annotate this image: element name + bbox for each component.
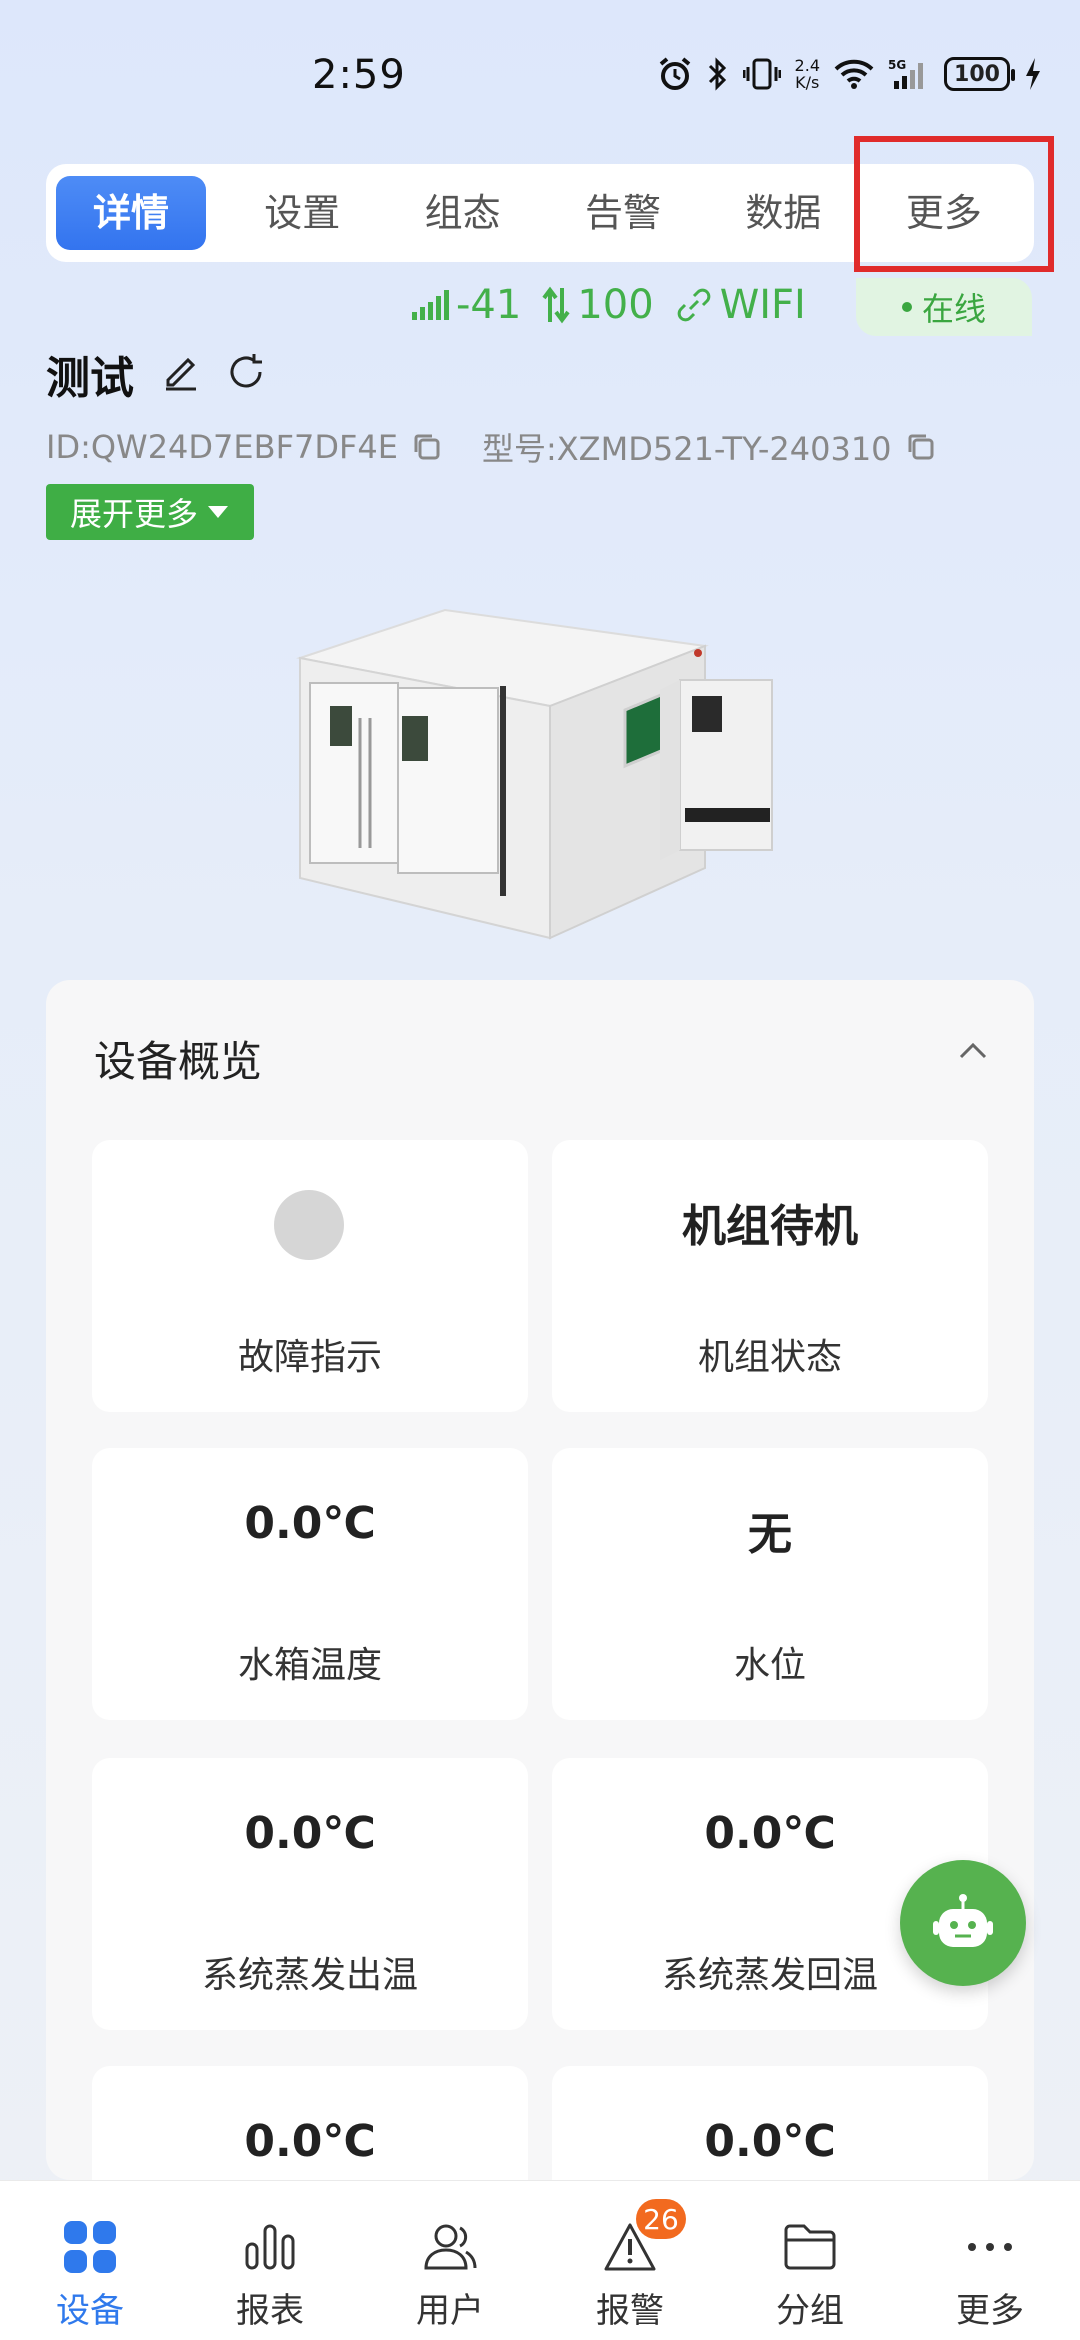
connection-info: -41 100 WIFI — [410, 282, 806, 328]
tile-evaporator-outlet-temp[interactable]: 0.0℃ 系统蒸发出温 — [92, 1758, 528, 2030]
signal-bars-icon — [412, 290, 449, 320]
overview-title: 设备概览 — [94, 1037, 263, 1086]
caret-down-icon — [208, 506, 228, 518]
status-time: 2:59 — [312, 52, 406, 98]
connection-type: WIFI — [674, 282, 806, 328]
copy-model-icon[interactable] — [904, 430, 938, 464]
highlight-box — [854, 136, 1054, 272]
more-dots-icon — [968, 2243, 1012, 2251]
device-id-row: ID:QW24D7EBF7DF4E 型号:XZMD521-TY-240310 — [46, 424, 938, 470]
nav-more[interactable]: 更多 — [900, 2181, 1080, 2340]
connection-type-label: WIFI — [719, 282, 806, 328]
tile-fault-indicator[interactable]: 故障指示 — [92, 1140, 528, 1412]
bluetooth-icon — [708, 57, 726, 91]
users-icon — [424, 2224, 477, 2270]
grid-icon — [64, 2221, 116, 2273]
tile-unit-status[interactable]: 机组待机 机组状态 — [552, 1140, 988, 1412]
device-overview-card: 设备概览 故障指示 机组待机 机组状态 0.0℃ 水箱温度 无 水位 0.0℃ … — [46, 980, 1034, 2338]
tab-details[interactable]: 详情 — [56, 176, 206, 250]
cellular-5g-icon: 5G — [888, 58, 923, 89]
tab-alerts[interactable]: 告警 — [543, 176, 703, 250]
device-image — [296, 608, 773, 940]
signal-strength: -41 — [410, 282, 521, 328]
online-status-badge: 在线 — [856, 278, 1032, 336]
robot-icon — [933, 1894, 993, 1947]
link-icon — [677, 288, 710, 322]
refresh-icon[interactable] — [224, 350, 268, 394]
online-dot-icon — [901, 302, 912, 312]
tile-water-level[interactable]: 无 水位 — [552, 1448, 988, 1720]
device-model: 型号:XZMD521-TY-240310 — [481, 430, 892, 468]
alarm-count-badge: 26 — [636, 2199, 686, 2239]
data-value: 100 — [577, 282, 654, 328]
battery-indicator: 100 — [944, 57, 1015, 91]
bottom-nav: 设备 报表 用户 报警 26 分组 更多 — [0, 2180, 1080, 2340]
svg-text:5G: 5G — [888, 58, 906, 72]
copy-id-icon[interactable] — [410, 430, 444, 464]
expand-more-button[interactable]: 展开更多 — [46, 484, 254, 540]
edit-icon[interactable] — [160, 350, 202, 392]
nav-groups[interactable]: 分组 — [720, 2181, 900, 2340]
tab-settings[interactable]: 设置 — [222, 176, 382, 250]
alarm-icon — [659, 57, 690, 90]
transfer-arrows-icon — [542, 286, 570, 324]
nav-devices[interactable]: 设备 — [0, 2181, 180, 2340]
folder-icon — [784, 2224, 836, 2270]
fault-indicator-light — [274, 1190, 344, 1260]
bar-chart-icon — [245, 2224, 295, 2270]
tab-data[interactable]: 数据 — [703, 176, 863, 250]
chevron-up-icon[interactable] — [958, 1040, 988, 1060]
nav-users[interactable]: 用户 — [360, 2181, 540, 2340]
wifi-icon — [834, 59, 874, 89]
tab-configuration[interactable]: 组态 — [382, 176, 542, 250]
nav-reports[interactable]: 报表 — [180, 2181, 360, 2340]
charging-icon — [1026, 58, 1040, 90]
vibrate-icon — [742, 58, 781, 90]
network-speed: 2.4 K/s — [794, 56, 820, 92]
nav-alarms[interactable]: 报警 26 — [540, 2181, 720, 2340]
assistant-fab[interactable] — [900, 1860, 1026, 1986]
signal-value: -41 — [456, 282, 522, 328]
device-name: 测试 — [46, 353, 134, 404]
device-id: ID:QW24D7EBF7DF4E — [46, 428, 398, 466]
status-icons: 2.4 K/s 5G 100 — [657, 56, 1042, 92]
data-quality: 100 — [541, 282, 654, 328]
tile-tank-temperature[interactable]: 0.0℃ 水箱温度 — [92, 1448, 528, 1720]
